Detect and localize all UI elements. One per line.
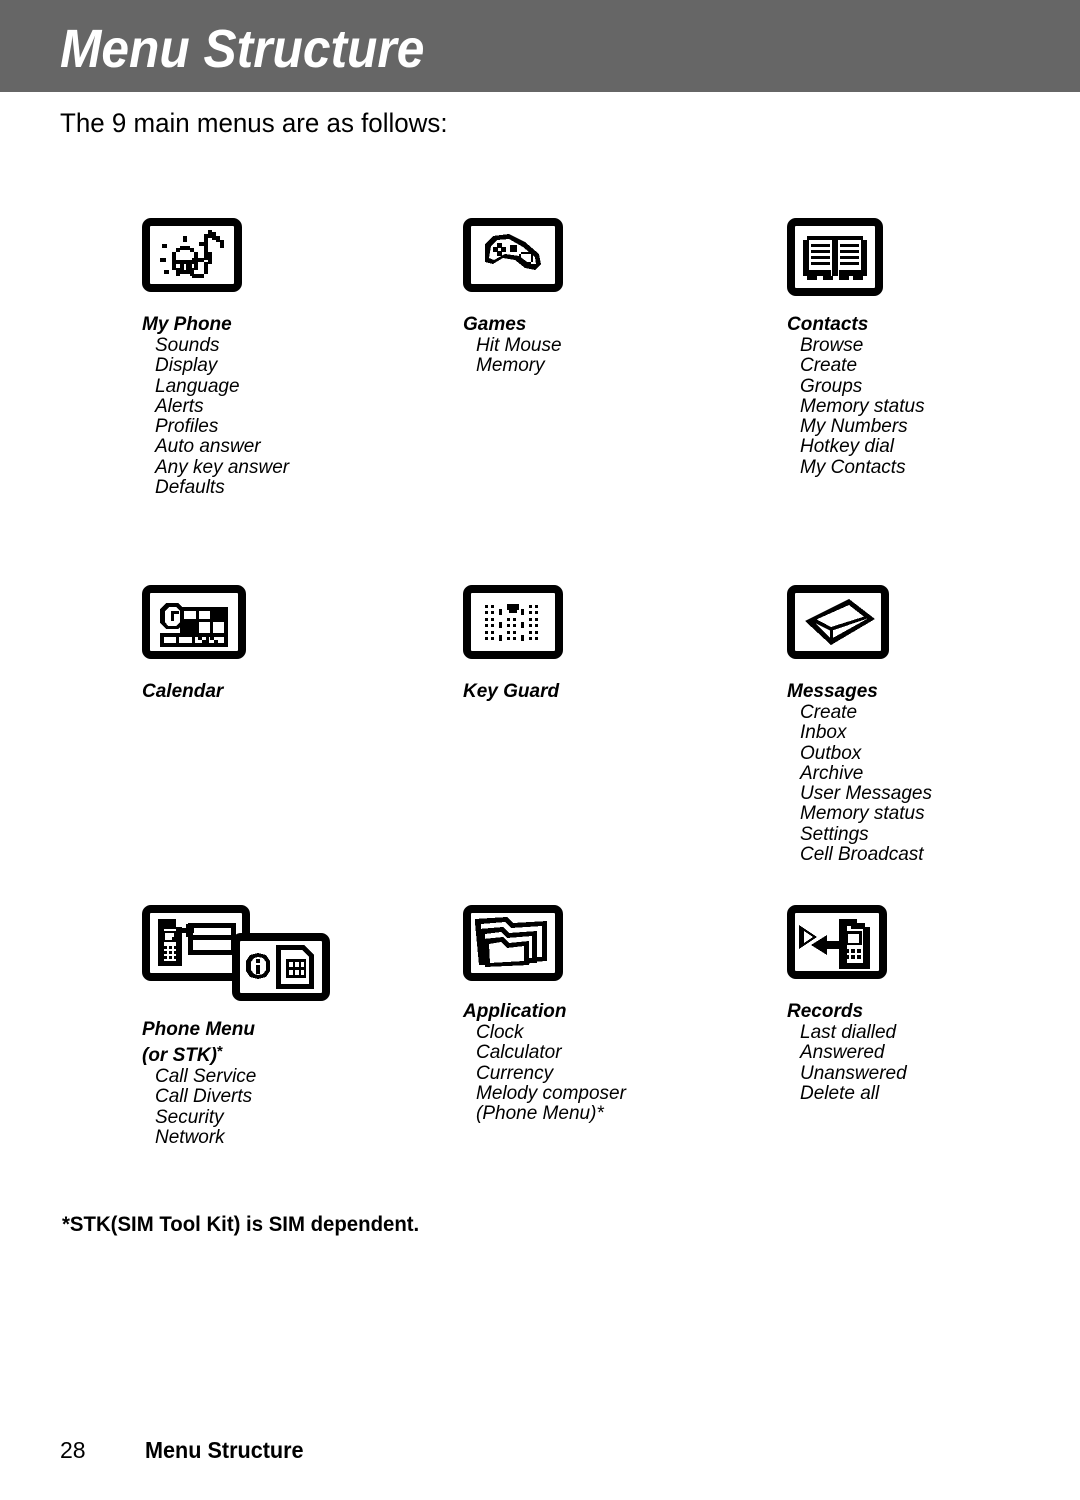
menu-cell-games: Games Hit Mouse Memory (463, 218, 563, 377)
menu-title: Messages (787, 681, 878, 702)
menu-sub-item: Settings (800, 823, 869, 845)
menu-title-second-line-text: (or STK) (142, 1045, 217, 1066)
menu-sub-item: Alerts (155, 395, 204, 417)
key-guard-icon (463, 585, 563, 681)
menu-sub-item: Memory (476, 355, 545, 377)
menu-sub-item: Profiles (155, 416, 219, 438)
menu-sub-list: Call Service Call Diverts Security Netwo… (142, 1066, 257, 1148)
phone-menu-stk-icon (142, 905, 330, 1013)
contacts-book-icon (787, 218, 925, 314)
menu-sub-item: Memory status (800, 395, 925, 417)
menu-sub-item: Calculator (476, 1042, 562, 1064)
menu-title: Phone Menu (142, 1019, 255, 1040)
menu-sub-list: Hit Mouse Memory (463, 335, 562, 377)
menu-cell-records: Records Last dialled Answered Unanswered… (787, 905, 907, 1104)
menu-sub-item: Call Diverts (155, 1086, 253, 1108)
menu-sub-item: Melody composer (476, 1082, 626, 1104)
menu-sub-item: (Phone Menu)* (476, 1103, 604, 1125)
games-gamepad-icon-glyph (485, 234, 541, 270)
menu-title: Records (787, 1001, 864, 1022)
key-guard-icon-glyph (485, 604, 538, 641)
calendar-icon-glyph (160, 603, 228, 647)
application-folders-icon-glyph (475, 917, 547, 967)
menu-title: Games (463, 314, 527, 335)
page-title: Menu Structure (60, 19, 425, 79)
menu-sub-item: Browse (800, 335, 864, 356)
menu-sub-item: Language (155, 375, 240, 397)
menu-cell-contacts: Contacts Browse Create Groups Memory sta… (787, 218, 925, 478)
contacts-book-icon-glyph (803, 236, 867, 280)
my-phone-icon (142, 218, 289, 314)
menu-sub-list: Create Inbox Outbox Archive User Message… (787, 702, 932, 866)
menu-sub-item: Security (155, 1106, 224, 1128)
footer-chapter-title: Menu Structure (145, 1437, 304, 1463)
menu-sub-item: Outbox (800, 742, 862, 764)
menu-sub-item: Hotkey dial (800, 436, 894, 458)
menu-title: Application (463, 1001, 567, 1022)
menu-title: Key Guard (463, 681, 560, 702)
stk-asterisk: * (216, 1043, 223, 1060)
menu-sub-item: Inbox (800, 722, 847, 744)
menu-sub-item: Delete all (800, 1082, 880, 1104)
menu-title: My Phone (142, 314, 232, 335)
page-number: 28 (60, 1437, 86, 1463)
menu-sub-list: Last dialled Answered Unanswered Delete … (787, 1022, 907, 1104)
menu-sub-item: User Messages (800, 783, 932, 805)
menu-cell-messages: Messages Create Inbox Outbox Archive Use… (787, 585, 932, 865)
menu-sub-item: Answered (800, 1042, 885, 1064)
calendar-icon (142, 585, 246, 681)
menu-sub-list: Sounds Display Language Alerts Profiles … (142, 335, 290, 499)
menu-sub-item: Hit Mouse (476, 335, 562, 356)
menu-sub-item: Cell Broadcast (800, 844, 924, 866)
menu-sub-item: Last dialled (800, 1022, 897, 1043)
menu-sub-item: Clock (476, 1022, 524, 1043)
menu-sub-item: Network (155, 1126, 225, 1148)
menu-cell-application: Application Clock Calculator Currency Me… (463, 905, 626, 1124)
menu-cell-key-guard: Key Guard (463, 585, 563, 703)
menu-sub-item: Archive (800, 762, 864, 784)
menu-sub-item: Create (800, 355, 858, 377)
menu-cell-calendar: Calendar (142, 585, 246, 703)
messages-envelope-icon (787, 585, 932, 681)
records-calls-icon-glyph (799, 919, 870, 969)
application-folders-icon (463, 905, 626, 1001)
messages-envelope-icon-glyph (805, 599, 875, 645)
menu-sub-list: Browse Create Groups Memory status My Nu… (787, 335, 925, 478)
sim-info-icon-glyph (246, 945, 314, 989)
menu-title-second-line: (or STK)* (142, 1041, 256, 1067)
my-phone-icon-glyph (160, 230, 224, 278)
menu-sub-item: Currency (476, 1062, 554, 1084)
menu-sub-item: Auto answer (155, 436, 261, 458)
intro-text: The 9 main menus are as follows: (60, 108, 448, 138)
menu-cell-my-phone: My Phone Sounds Display Language Alerts … (142, 218, 289, 498)
menu-cell-phone-menu: Phone Menu (or STK)* Call Service Call D… (142, 905, 330, 1148)
menu-sub-item: Memory status (800, 803, 925, 825)
menu-sub-item: My Contacts (800, 456, 906, 478)
menu-sub-item: Defaults (155, 477, 225, 499)
menu-sub-item: Create (800, 702, 858, 723)
menu-sub-item: Sounds (155, 335, 220, 356)
menu-sub-item: Unanswered (800, 1062, 907, 1084)
menu-sub-item: Call Service (155, 1066, 257, 1087)
games-gamepad-icon (463, 218, 563, 314)
menu-sub-item: Display (155, 355, 218, 377)
menu-sub-item: Groups (800, 375, 863, 397)
records-calls-icon (787, 905, 907, 1001)
menu-title: Calendar (142, 681, 224, 702)
menu-title: Contacts (787, 314, 869, 335)
menu-sub-item: My Numbers (800, 416, 908, 438)
footnote-stk: *STK(SIM Tool Kit) is SIM dependent. (62, 1213, 420, 1236)
menu-sub-list: Clock Calculator Currency Melody compose… (463, 1022, 626, 1125)
menu-sub-item: Any key answer (155, 456, 290, 478)
